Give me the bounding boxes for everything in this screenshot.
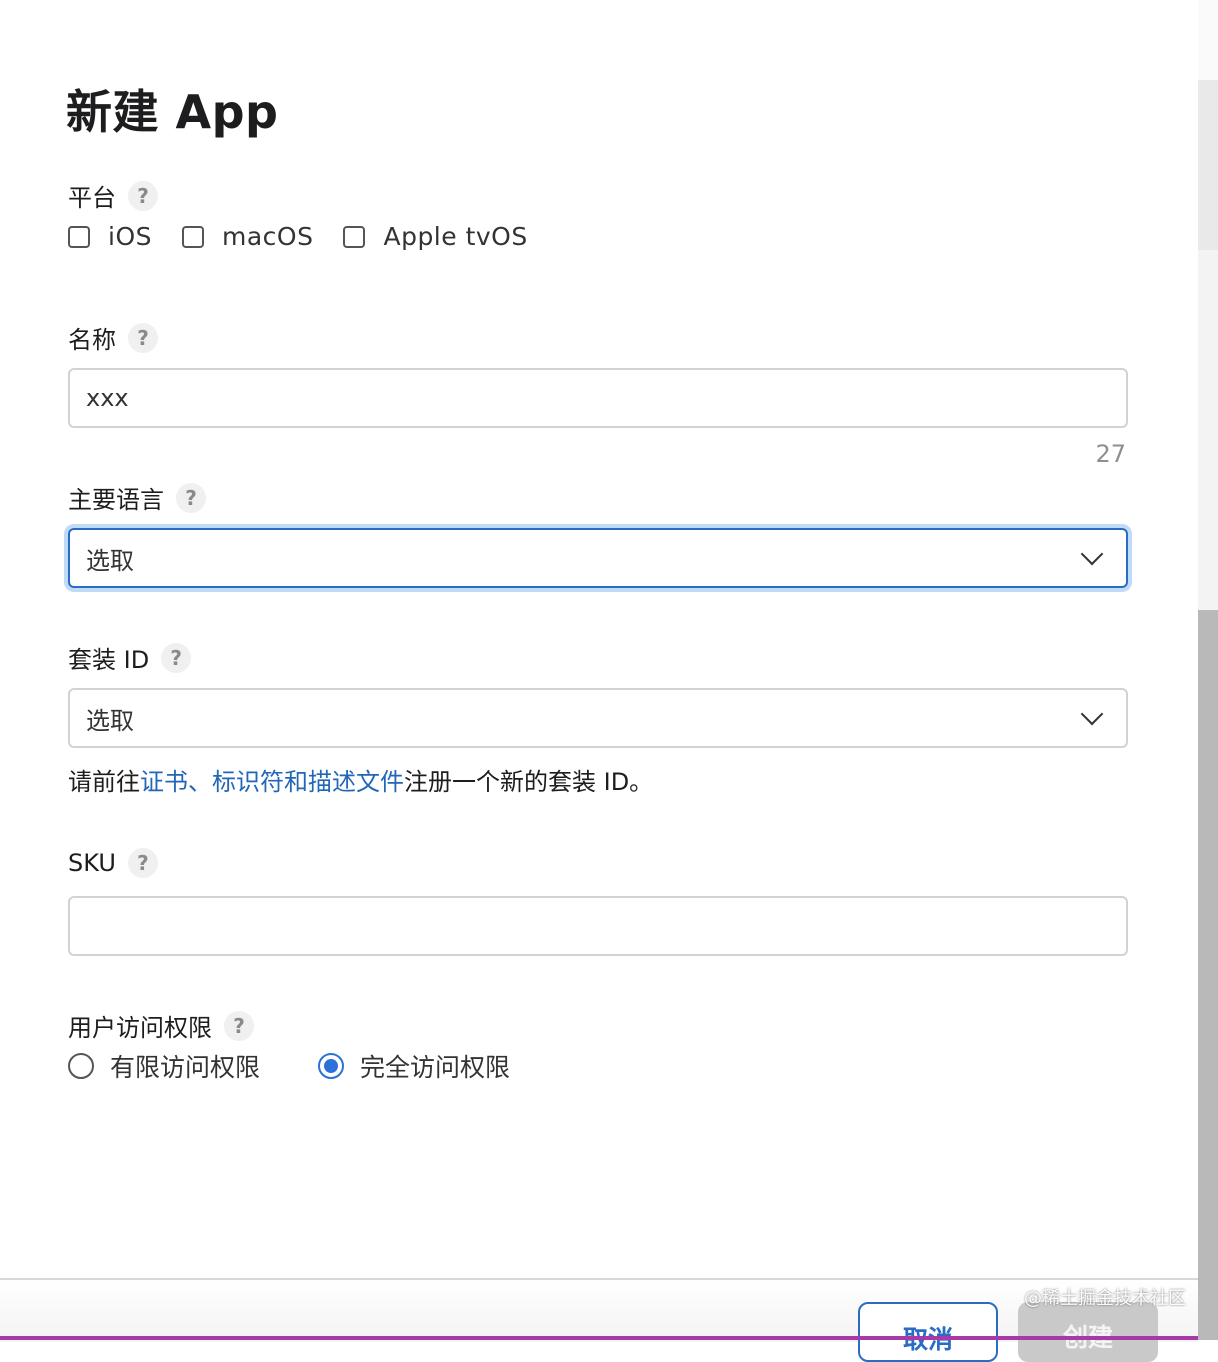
help-icon[interactable]: ? xyxy=(127,848,158,878)
user-access-label-row: 用户访问权限 ? xyxy=(68,1008,254,1043)
user-access-option-full[interactable]: 完全访问权限 xyxy=(318,1048,510,1084)
checkbox-ios-label: iOS xyxy=(108,222,152,251)
platform-option-macos[interactable]: macOS xyxy=(182,222,313,251)
bundle-id-hint-suffix: 注册一个新的套装 ID。 xyxy=(404,768,654,796)
bundle-id-hint-prefix: 请前往 xyxy=(68,768,140,796)
new-app-dialog: 新建 App 平台 ? iOS macOS Apple tvOS 名称 ? xx… xyxy=(0,0,1198,1362)
sku-input[interactable] xyxy=(68,896,1128,956)
radio-limited-access[interactable] xyxy=(68,1053,94,1079)
help-icon[interactable]: ? xyxy=(128,180,158,211)
dialog-title: 新建 App xyxy=(66,85,279,139)
name-input[interactable]: xxx xyxy=(68,368,1128,428)
chevron-down-icon xyxy=(1080,702,1104,726)
radio-full-access[interactable] xyxy=(318,1053,345,1079)
sku-label: SKU xyxy=(68,849,116,877)
platform-option-ios[interactable]: iOS xyxy=(68,222,152,251)
bundle-id-hint: 请前往证书、标识符和描述文件注册一个新的套装 ID。 xyxy=(68,762,653,797)
cancel-button[interactable]: 取消 xyxy=(858,1302,998,1362)
checkbox-tvos[interactable] xyxy=(343,225,366,248)
watermark: @稀土掘金技术社区 xyxy=(1024,1288,1186,1309)
window-bottom-edge xyxy=(0,1336,1198,1340)
platform-option-tvos[interactable]: Apple tvOS xyxy=(343,222,527,251)
help-icon[interactable]: ? xyxy=(128,322,158,353)
user-access-label: 用户访问权限 xyxy=(68,1014,212,1042)
platform-label: 平台 xyxy=(68,184,116,212)
checkbox-macos[interactable] xyxy=(182,225,204,248)
background-edge xyxy=(1198,0,1218,1340)
sku-label-row: SKU ? xyxy=(68,848,158,878)
help-icon[interactable]: ? xyxy=(161,642,192,673)
certificates-link[interactable]: 证书、标识符和描述文件 xyxy=(140,768,404,796)
language-label-row: 主要语言 ? xyxy=(68,480,206,515)
radio-full-access-label: 完全访问权限 xyxy=(360,1053,511,1082)
name-label: 名称 xyxy=(68,326,116,354)
user-access-options: 有限访问权限 完全访问权限 xyxy=(68,1048,568,1084)
bundle-id-select[interactable]: 选取 xyxy=(68,688,1128,748)
primary-language-select[interactable]: 选取 xyxy=(68,528,1128,588)
radio-limited-access-label: 有限访问权限 xyxy=(110,1053,261,1082)
platform-options: iOS macOS Apple tvOS xyxy=(68,222,558,251)
chevron-down-icon xyxy=(1080,542,1104,566)
primary-language-value: 选取 xyxy=(86,546,134,575)
bundle-id-label: 套装 ID xyxy=(68,646,150,674)
language-label: 主要语言 xyxy=(68,486,164,514)
bundle-id-value: 选取 xyxy=(86,706,134,735)
platform-label-row: 平台 ? xyxy=(68,178,158,213)
dialog-footer: 取消 创建 xyxy=(0,1278,1198,1362)
checkbox-ios[interactable] xyxy=(68,225,90,248)
name-label-row: 名称 ? xyxy=(68,320,158,355)
help-icon[interactable]: ? xyxy=(224,1010,254,1041)
help-icon[interactable]: ? xyxy=(176,482,206,513)
name-input-value: xxx xyxy=(86,384,129,412)
user-access-option-limited[interactable]: 有限访问权限 xyxy=(68,1048,260,1084)
checkbox-tvos-label: Apple tvOS xyxy=(383,222,528,251)
create-button[interactable]: 创建 xyxy=(1018,1302,1158,1362)
checkbox-macos-label: macOS xyxy=(222,222,314,251)
bundle-id-label-row: 套装 ID ? xyxy=(68,640,192,675)
name-char-counter: 27 xyxy=(1095,440,1126,468)
